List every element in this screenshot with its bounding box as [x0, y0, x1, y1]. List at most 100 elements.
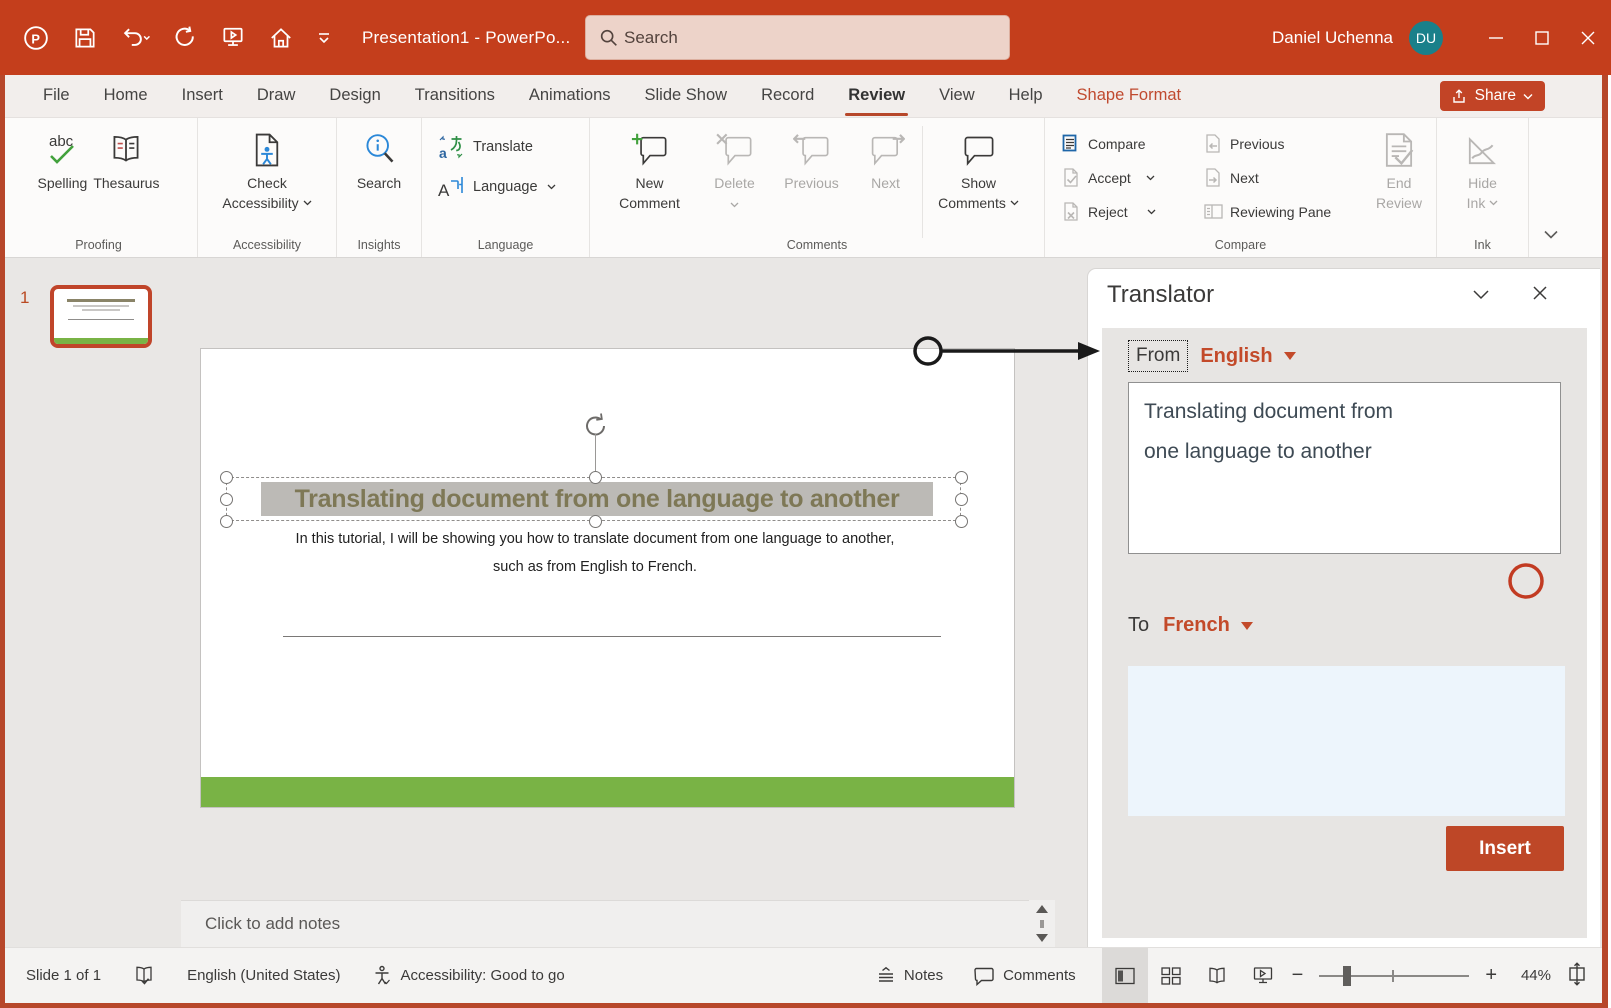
quick-access-toolbar: P: [0, 24, 332, 52]
thesaurus-button[interactable]: Thesaurus: [93, 118, 159, 193]
redo-icon[interactable]: [172, 25, 198, 51]
tab-help[interactable]: Help: [992, 75, 1060, 118]
tab-home[interactable]: Home: [87, 75, 165, 118]
check-accessibility-button[interactable]: Check Accessibility: [222, 118, 311, 213]
customize-qat-chevron-icon[interactable]: [316, 31, 332, 45]
translate-button[interactable]: a Translate: [438, 134, 556, 160]
notes-placeholder: Click to add notes: [205, 914, 340, 934]
show-comments-button[interactable]: Show Comments: [927, 118, 1031, 213]
slide-title-text[interactable]: Translating document from one language t…: [295, 485, 900, 514]
accessibility-status[interactable]: Accessibility: Good to go: [372, 965, 564, 987]
tab-record[interactable]: Record: [744, 75, 831, 118]
resize-handle[interactable]: [589, 515, 602, 528]
zoom-in-button[interactable]: +: [1479, 964, 1503, 987]
notes-icon: [876, 966, 896, 986]
group-comments: New Comment Delete Previous Ne: [590, 118, 1045, 257]
comments-toggle-button[interactable]: Comments: [973, 966, 1076, 986]
tab-slide-show[interactable]: Slide Show: [628, 75, 745, 118]
resize-handle[interactable]: [220, 515, 233, 528]
user-avatar[interactable]: DU: [1409, 21, 1443, 55]
slide-canvas[interactable]: Translating document from one language t…: [200, 348, 1015, 808]
zoom-slider-thumb[interactable]: [1343, 966, 1351, 986]
translation-output-box[interactable]: [1128, 666, 1565, 816]
search-label: Search: [624, 28, 678, 48]
tab-file[interactable]: File: [26, 75, 87, 118]
title-bar: P Presentation1 - PowerPo...: [0, 0, 1611, 75]
resize-handle[interactable]: [955, 515, 968, 528]
from-language-dropdown[interactable]: English: [1200, 345, 1272, 368]
scroll-thumb[interactable]: [1040, 920, 1044, 928]
zoom-out-button[interactable]: −: [1286, 964, 1310, 987]
spell-check-status-icon[interactable]: [133, 965, 155, 987]
search-box[interactable]: Search: [585, 15, 1010, 60]
tab-view[interactable]: View: [922, 75, 991, 118]
minimize-button[interactable]: [1473, 0, 1519, 75]
powerpoint-logo-icon[interactable]: P: [22, 24, 50, 52]
home-icon[interactable]: [268, 25, 294, 51]
fit-to-window-button[interactable]: [1565, 962, 1589, 990]
pane-close-icon[interactable]: [1532, 285, 1548, 306]
scroll-down-icon[interactable]: [1036, 934, 1048, 942]
resize-handle[interactable]: [955, 471, 968, 484]
language-status[interactable]: English (United States): [187, 967, 340, 984]
tab-shape-format[interactable]: Shape Format: [1060, 75, 1199, 118]
from-dropdown-triangle-icon[interactable]: [1284, 352, 1296, 360]
tab-design[interactable]: Design: [312, 75, 397, 118]
notes-toggle-button[interactable]: Notes: [876, 966, 943, 986]
view-reading-button[interactable]: [1194, 948, 1240, 1004]
view-slide-sorter-button[interactable]: [1148, 948, 1194, 1004]
view-normal-button[interactable]: [1102, 948, 1148, 1004]
collapse-ribbon-icon[interactable]: [1543, 227, 1559, 245]
reject-icon: [1062, 202, 1081, 221]
slide-divider-line: [283, 636, 941, 637]
reviewing-pane-button: Reviewing Pane: [1195, 198, 1363, 225]
ribbon-tab-bar: File Home Insert Draw Design Transitions…: [0, 75, 1611, 118]
slide-body-line1[interactable]: In this tutorial, I will be showing you …: [201, 531, 989, 547]
tab-review[interactable]: Review: [831, 75, 922, 118]
share-chevron-icon: [1523, 93, 1533, 100]
source-text-box[interactable]: Translating document from one language t…: [1128, 382, 1561, 554]
rotate-handle-icon[interactable]: [581, 411, 611, 446]
spelling-button[interactable]: abc Spelling: [38, 118, 88, 193]
from-label: From: [1128, 340, 1188, 372]
to-label: To: [1128, 614, 1149, 637]
accept-button: Accept: [1053, 164, 1195, 191]
new-comment-button[interactable]: New Comment: [604, 118, 696, 213]
notes-scrollbar: [1029, 900, 1055, 947]
resize-handle[interactable]: [220, 493, 233, 506]
translate-icon: a: [438, 134, 464, 160]
close-button[interactable]: [1565, 0, 1611, 75]
tab-animations[interactable]: Animations: [512, 75, 628, 118]
delete-comment-button: Delete: [700, 118, 770, 213]
pane-collapse-icon[interactable]: [1472, 287, 1490, 305]
slide-body-line2[interactable]: such as from English to French.: [201, 559, 989, 575]
maximize-button[interactable]: [1519, 0, 1565, 75]
save-icon[interactable]: [72, 25, 98, 51]
undo-icon[interactable]: [120, 25, 150, 51]
zoom-slider[interactable]: [1319, 975, 1469, 977]
share-button[interactable]: Share: [1440, 81, 1545, 111]
view-slideshow-button[interactable]: [1240, 948, 1286, 1004]
group-label-comments: Comments: [590, 238, 1044, 252]
to-language-dropdown[interactable]: French: [1163, 614, 1230, 637]
notes-panel[interactable]: Click to add notes: [181, 900, 1055, 947]
tab-insert[interactable]: Insert: [165, 75, 240, 118]
start-slideshow-icon[interactable]: [220, 25, 246, 51]
tab-transitions[interactable]: Transitions: [398, 75, 512, 118]
previous-comment-button: Previous: [774, 118, 850, 193]
user-name[interactable]: Daniel Uchenna: [1272, 28, 1393, 48]
resize-handle[interactable]: [589, 471, 602, 484]
tab-draw[interactable]: Draw: [240, 75, 313, 118]
zoom-level[interactable]: 44%: [1503, 967, 1551, 984]
language-button[interactable]: A Language: [438, 174, 556, 200]
to-dropdown-triangle-icon[interactable]: [1241, 622, 1253, 630]
compare-button[interactable]: Compare: [1053, 130, 1195, 157]
resize-handle[interactable]: [220, 471, 233, 484]
resize-handle[interactable]: [955, 493, 968, 506]
group-label-language: Language: [422, 238, 589, 252]
accept-icon: [1062, 168, 1081, 187]
scroll-up-icon[interactable]: [1036, 905, 1048, 913]
insert-button[interactable]: Insert: [1446, 826, 1564, 871]
insights-search-button[interactable]: Search: [357, 118, 401, 193]
slide-thumbnail[interactable]: [50, 285, 152, 348]
